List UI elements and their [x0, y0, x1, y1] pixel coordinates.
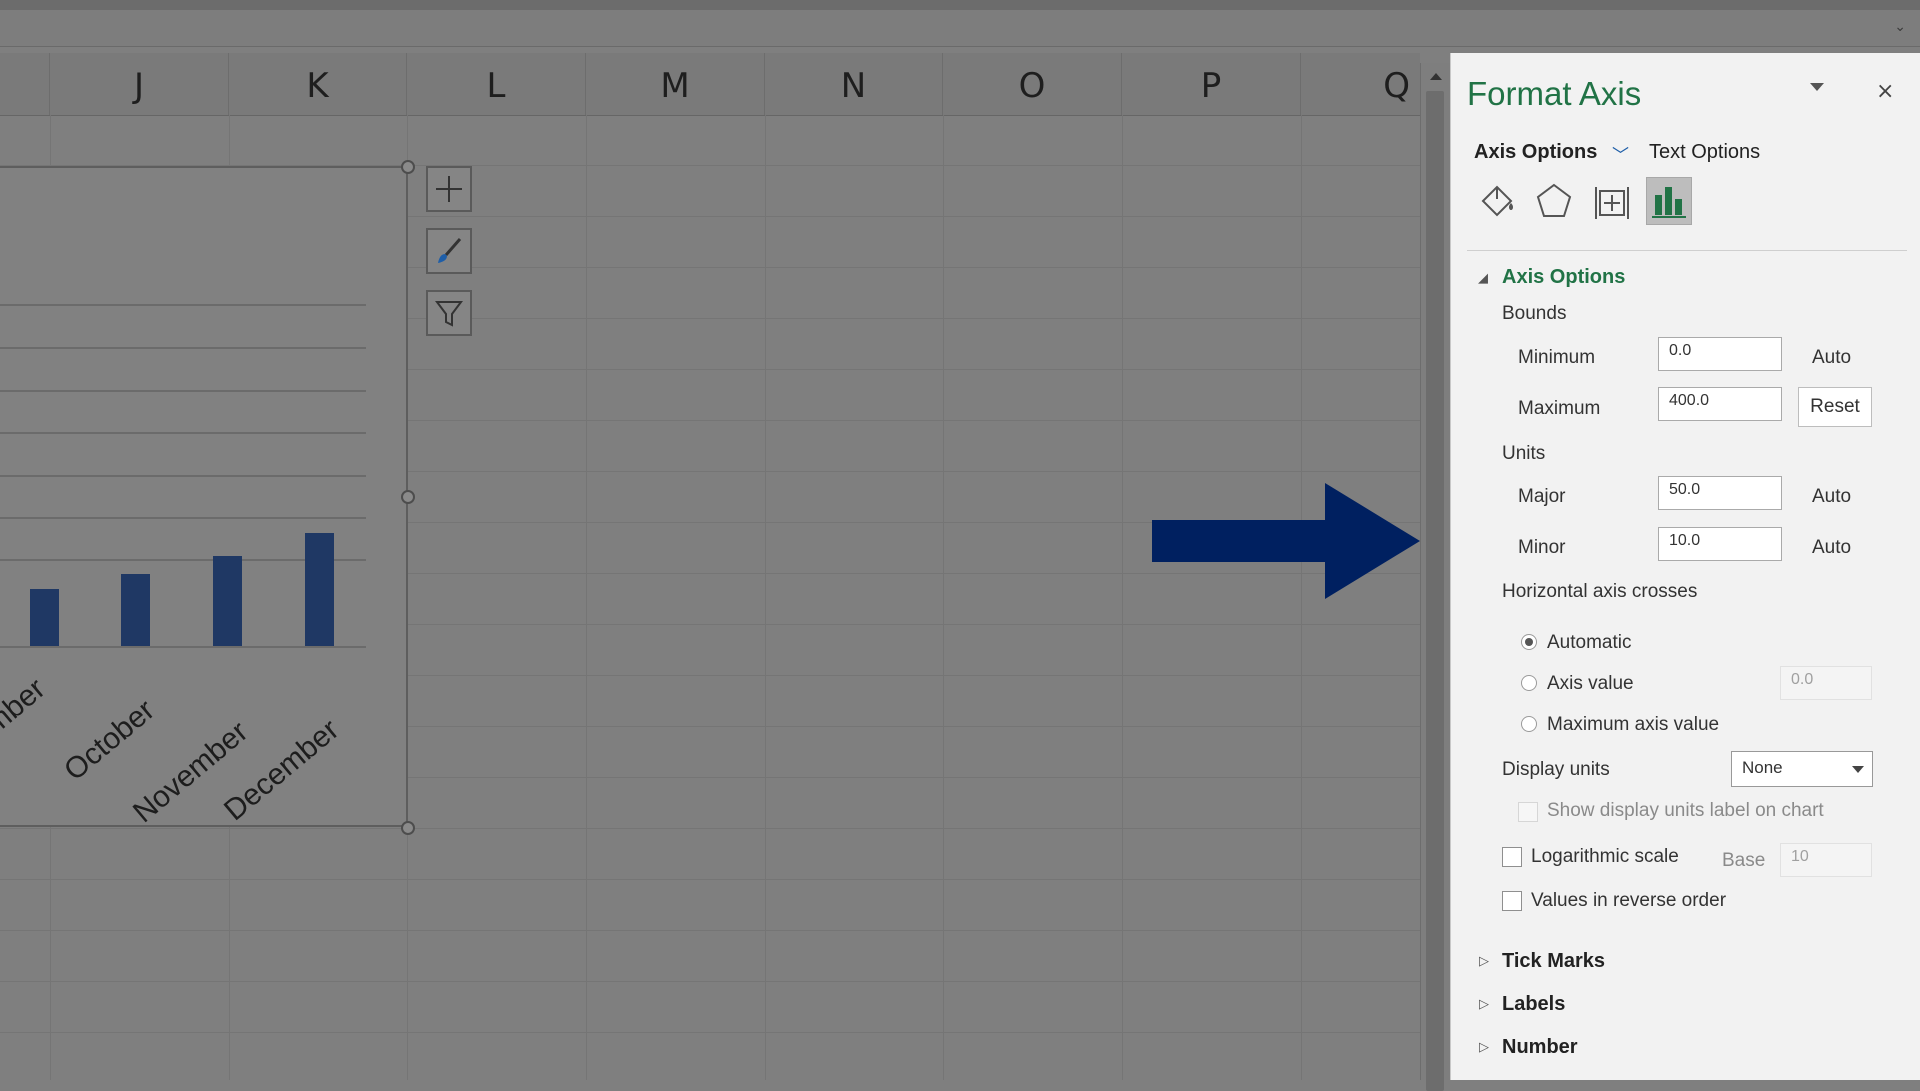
- minimum-input[interactable]: 0.0: [1658, 337, 1782, 371]
- column-headers: J K L M N O P Q: [0, 53, 1420, 116]
- chevron-down-icon[interactable]: ﹀: [1612, 141, 1629, 166]
- embedded-chart[interactable]: mber October November December: [0, 166, 408, 829]
- chart-bar[interactable]: [305, 533, 334, 646]
- base-label: Base: [1722, 850, 1766, 871]
- minor-label: Minor: [1518, 537, 1566, 558]
- chart-gridline: [0, 390, 366, 392]
- chart-filters-button[interactable]: [426, 290, 472, 336]
- dropdown-arrow-icon: [1852, 766, 1864, 773]
- vertical-scrollbar[interactable]: [1420, 63, 1451, 1091]
- chart-gridline: [0, 304, 366, 306]
- column-header-j[interactable]: J: [50, 53, 229, 115]
- show-units-checkbox[interactable]: [1518, 802, 1538, 822]
- expand-triangle-icon[interactable]: ▷: [1479, 954, 1489, 969]
- major-input[interactable]: 50.0: [1658, 476, 1782, 510]
- radio-axis-value[interactable]: [1521, 675, 1537, 691]
- scroll-up-icon[interactable]: [1430, 73, 1442, 80]
- collapse-triangle-icon[interactable]: ◢: [1478, 271, 1488, 286]
- reverse-order-checkbox[interactable]: [1502, 891, 1522, 911]
- base-input[interactable]: 10: [1780, 843, 1872, 877]
- chart-elements-button[interactable]: [426, 166, 472, 212]
- column-header-o[interactable]: O: [943, 53, 1122, 115]
- chart-styles-button[interactable]: [426, 228, 472, 274]
- major-label: Major: [1518, 486, 1566, 507]
- chart-resize-handle-top-right[interactable]: [401, 160, 415, 174]
- axis-options-icon: [1652, 187, 1686, 218]
- major-auto-label: Auto: [1812, 486, 1852, 507]
- x-axis-label: mber: [0, 672, 52, 742]
- filter-icon: [435, 301, 463, 327]
- minimum-auto-label: Auto: [1812, 347, 1852, 368]
- section-labels[interactable]: Labels: [1502, 993, 1565, 1016]
- scroll-thumb[interactable]: [1426, 91, 1444, 1091]
- brush-icon: [438, 238, 462, 263]
- column-header-p[interactable]: P: [1122, 53, 1301, 115]
- chart-bar[interactable]: [121, 574, 150, 646]
- display-units-dropdown[interactable]: None: [1731, 751, 1873, 787]
- title-bar: [0, 0, 1920, 10]
- show-units-label: Show display units label on chart: [1547, 800, 1824, 821]
- section-tick-marks[interactable]: Tick Marks: [1502, 950, 1605, 973]
- effects-category-button[interactable]: [1531, 177, 1577, 225]
- display-units-label: Display units: [1502, 759, 1610, 780]
- column-header-l[interactable]: L: [407, 53, 586, 115]
- reverse-order-label: Values in reverse order: [1531, 890, 1727, 911]
- units-label: Units: [1502, 443, 1546, 464]
- radio-automatic[interactable]: [1521, 634, 1537, 650]
- automatic-label[interactable]: Automatic: [1547, 632, 1631, 654]
- size-properties-category-button[interactable]: [1589, 177, 1635, 225]
- column-header-n[interactable]: N: [765, 53, 943, 115]
- chart-gridline: [0, 517, 366, 519]
- axis-value-input[interactable]: 0.0: [1780, 666, 1872, 700]
- maximum-label: Maximum: [1518, 398, 1601, 419]
- chart-gridline: [0, 475, 366, 477]
- chart-gridline: [0, 347, 366, 349]
- expand-triangle-icon[interactable]: ▷: [1479, 997, 1489, 1012]
- minor-auto-label: Auto: [1812, 537, 1852, 558]
- column-header-partial[interactable]: [0, 53, 50, 115]
- section-axis-options[interactable]: Axis Options: [1502, 266, 1625, 289]
- horizontal-axis-crosses-label: Horizontal axis crosses: [1502, 581, 1698, 602]
- display-units-value: None: [1742, 758, 1783, 777]
- right-arrow-icon: [1152, 483, 1420, 599]
- expand-formula-bar-icon[interactable]: ⌄: [1894, 19, 1906, 35]
- logarithmic-scale-label: Logarithmic scale: [1531, 846, 1679, 867]
- axis-value-label[interactable]: Axis value: [1547, 673, 1634, 695]
- reset-button[interactable]: Reset: [1798, 387, 1872, 427]
- format-axis-pane: Format Axis × Axis Options ﹀ Text Option…: [1450, 53, 1920, 1080]
- radio-maximum-axis-value[interactable]: [1521, 716, 1537, 732]
- logarithmic-scale-checkbox[interactable]: [1502, 847, 1522, 867]
- chart-bar[interactable]: [213, 556, 242, 646]
- chart-resize-handle-bottom-right[interactable]: [401, 821, 415, 835]
- effects-icon: [1536, 183, 1572, 217]
- column-header-q[interactable]: Q: [1301, 53, 1420, 115]
- column-header-m[interactable]: M: [586, 53, 765, 115]
- category-divider: [1467, 250, 1907, 251]
- size-properties-icon: [1595, 187, 1629, 219]
- fill-line-category-button[interactable]: [1474, 177, 1520, 225]
- maximum-axis-value-label[interactable]: Maximum axis value: [1547, 714, 1719, 736]
- x-axis-label: October: [58, 693, 161, 788]
- section-number[interactable]: Number: [1502, 1036, 1578, 1059]
- tab-axis-options[interactable]: Axis Options: [1474, 141, 1597, 164]
- bounds-label: Bounds: [1502, 303, 1567, 324]
- chart-bar[interactable]: [30, 589, 59, 646]
- minor-input[interactable]: 10.0: [1658, 527, 1782, 561]
- column-header-k[interactable]: K: [229, 53, 407, 115]
- maximum-input[interactable]: 400.0: [1658, 387, 1782, 421]
- fill-line-icon: [1481, 185, 1513, 217]
- expand-triangle-icon[interactable]: ▷: [1479, 1040, 1489, 1055]
- axis-options-category-button[interactable]: [1646, 177, 1692, 225]
- pane-title: Format Axis: [1467, 75, 1642, 112]
- plus-icon: [436, 176, 462, 202]
- chart-gridline: [0, 432, 366, 434]
- minimum-label: Minimum: [1518, 347, 1596, 368]
- task-pane-options-icon[interactable]: [1810, 83, 1824, 91]
- close-icon[interactable]: ×: [1876, 79, 1894, 104]
- chart-axis-line: [0, 646, 366, 648]
- formula-bar[interactable]: ⌄: [0, 10, 1920, 47]
- chart-resize-handle-right[interactable]: [401, 490, 415, 504]
- tab-text-options[interactable]: Text Options: [1649, 141, 1760, 164]
